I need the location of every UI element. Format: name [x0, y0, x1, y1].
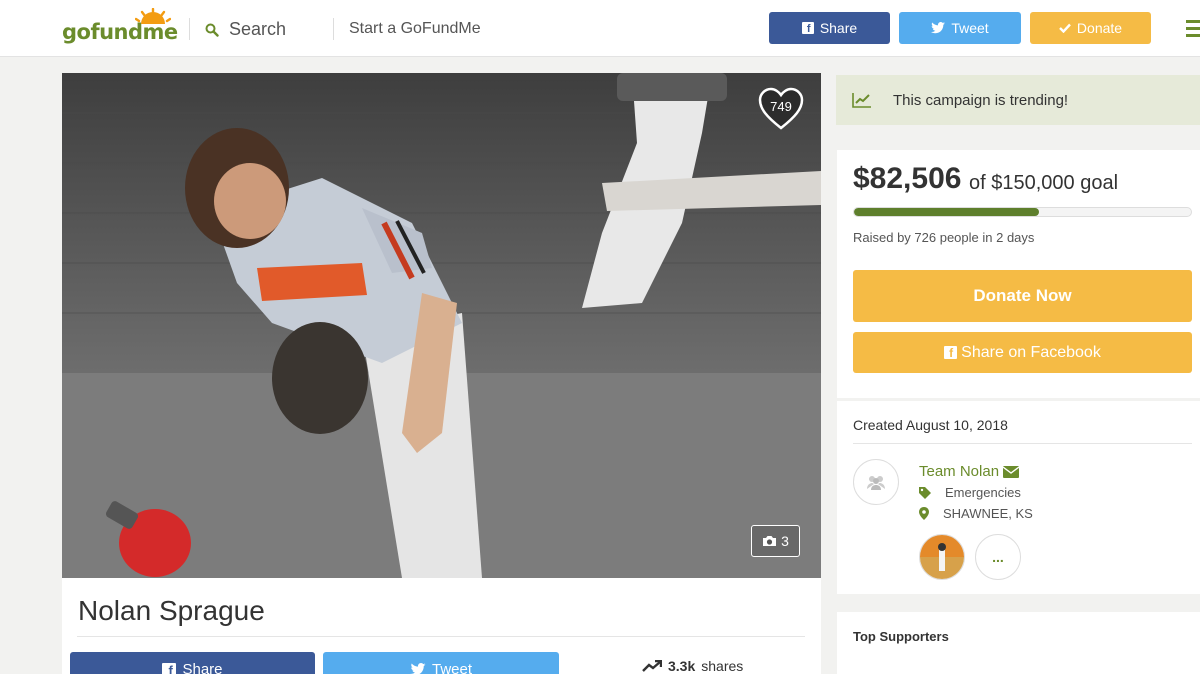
location-row: SHAWNEE, KS — [919, 506, 1033, 521]
envelope-icon[interactable] — [1003, 465, 1020, 478]
campaign-tweet-label: Tweet — [431, 661, 473, 674]
share-on-facebook-button[interactable]: f Share on Facebook — [853, 332, 1192, 373]
camera-icon — [763, 536, 777, 546]
top-supporters-title: Top Supporters — [853, 629, 949, 644]
twitter-icon — [410, 663, 426, 674]
header-divider — [189, 18, 190, 40]
header-share-label: Share — [819, 20, 858, 36]
top-supporters-panel: Top Supporters — [837, 612, 1200, 674]
campaign-title: Nolan Sprague — [78, 595, 265, 626]
location-label: SHAWNEE, KS — [943, 506, 1033, 521]
top-header: gofundme Search Start a GoFundMe f Share — [0, 0, 1200, 57]
more-button[interactable]: ... — [975, 534, 1021, 580]
campaign-share-label: Share — [182, 661, 223, 674]
progress-bar — [853, 207, 1192, 217]
trending-chart-icon — [852, 93, 871, 108]
shares-label: shares — [701, 658, 744, 674]
header-divider — [333, 18, 334, 40]
search-icon — [205, 23, 219, 37]
header-tweet-button[interactable]: Tweet — [899, 12, 1021, 44]
logo-sun-icon — [135, 8, 171, 24]
photo-count-value: 3 — [781, 533, 789, 549]
header-donate-button[interactable]: Donate — [1030, 12, 1151, 44]
share-on-facebook-label: Share on Facebook — [961, 343, 1101, 361]
campaign-share-button[interactable]: f Share — [70, 652, 315, 674]
organizer-name: Team Nolan — [919, 463, 1000, 480]
start-gofundme-link[interactable]: Start a GoFundMe — [349, 20, 481, 38]
facebook-icon: f — [162, 663, 177, 674]
people-icon — [867, 476, 885, 490]
shares-count: 3.3k shares — [642, 658, 743, 674]
shares-count-value: 3.3k — [668, 658, 696, 674]
search-link[interactable]: Search — [205, 19, 286, 40]
trending-arrow-icon — [642, 660, 662, 672]
title-divider — [77, 636, 805, 637]
organizer-name-link[interactable]: Team Nolan — [919, 463, 1020, 480]
photo-count-button[interactable]: 3 — [751, 525, 800, 557]
beneficiary-photo — [920, 535, 964, 579]
donate-now-button[interactable]: Donate Now — [853, 270, 1192, 322]
organizer-divider — [853, 443, 1192, 444]
facebook-icon: f — [801, 22, 814, 35]
beneficiary-thumbnail[interactable] — [919, 534, 965, 580]
location-pin-icon — [919, 507, 929, 520]
trending-banner: This campaign is trending! — [836, 75, 1200, 125]
facebook-icon: f — [944, 346, 958, 359]
organizer-avatar[interactable] — [853, 459, 899, 505]
goal-text: of $150,000 goal — [969, 172, 1119, 194]
donation-panel: $82,506 of $150,000 goal Raised by 726 p… — [837, 150, 1200, 398]
twitter-icon — [931, 22, 946, 34]
category-row[interactable]: Emergencies — [919, 485, 1021, 500]
trending-text: This campaign is trending! — [893, 91, 1069, 109]
tag-icon — [919, 486, 931, 499]
raised-by-text: Raised by 726 people in 2 days — [853, 230, 1035, 245]
campaign-hero-image[interactable]: 749 3 — [62, 73, 821, 578]
search-label: Search — [229, 19, 287, 39]
check-icon — [1059, 23, 1071, 33]
campaign-tweet-button[interactable]: Tweet — [323, 652, 559, 674]
campaign-card: 749 3 Nolan Sprague f Share Tweet 3.3k s… — [62, 73, 821, 674]
hamburger-menu-icon[interactable] — [1186, 20, 1200, 41]
category-label: Emergencies — [945, 485, 1021, 500]
header-share-button[interactable]: f Share — [769, 12, 890, 44]
organizer-panel: Created August 10, 2018 Team Nolan Emerg… — [837, 401, 1200, 594]
raised-amount: $82,506 — [853, 162, 962, 195]
hero-photo — [62, 73, 821, 578]
header-tweet-label: Tweet — [951, 20, 989, 36]
created-date: Created August 10, 2018 — [853, 417, 1008, 433]
heart-count: 749 — [770, 99, 792, 114]
gofundme-logo[interactable]: gofundme — [62, 8, 178, 44]
progress-fill — [854, 208, 1040, 216]
header-donate-label: Donate — [1076, 20, 1123, 36]
